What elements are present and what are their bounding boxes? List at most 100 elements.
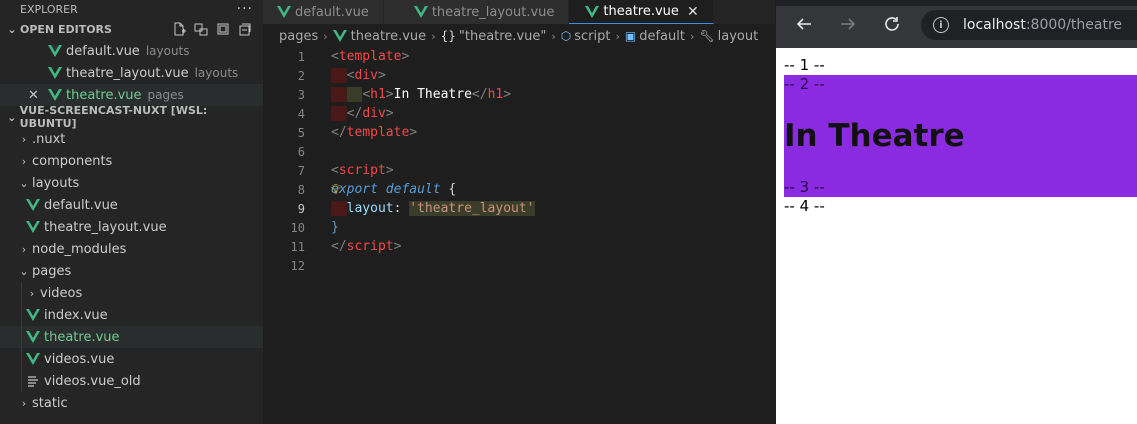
chevron-right-icon: ›: [21, 242, 27, 256]
more-actions-icon[interactable]: ···: [237, 1, 253, 17]
vue-file-icon: [26, 199, 40, 211]
tab-strip: [776, 0, 1137, 6]
line-text: export default {: [331, 182, 457, 197]
line-number: 4: [297, 106, 305, 121]
folder-name: node_modules: [32, 241, 127, 257]
chevron-down-icon: ⌄: [19, 176, 29, 190]
tree-folder[interactable]: › components: [0, 150, 263, 172]
chevron-down-icon: ⌄: [19, 264, 29, 278]
tree-file[interactable]: theatre_layout.vue: [0, 216, 263, 238]
address-bar[interactable]: i localhost:8000/theatre: [921, 10, 1137, 40]
braces-icon: {}: [440, 29, 456, 43]
indent-guide: [21, 370, 22, 392]
open-editor-item[interactable]: theatre_layout.vue layouts: [0, 62, 263, 84]
tree-file-active[interactable]: theatre.vue: [0, 326, 263, 348]
open-editors-label: OPEN EDITORS: [20, 22, 112, 36]
info-icon[interactable]: i: [933, 17, 949, 33]
code-area[interactable]: 1 <template> 2 <div> 3 <h1>In Theatre</h…: [263, 47, 775, 275]
file-folder-desc: layouts: [194, 66, 239, 80]
reload-button[interactable]: [880, 12, 904, 36]
lightbulb-icon[interactable]: 💡︎: [331, 182, 341, 198]
workspace-label: VUE-SCREENCAST-NUXT [WSL: UBUNTU]: [19, 104, 208, 130]
code-line: 4 </div>: [263, 104, 775, 123]
line-number: 5: [297, 125, 305, 140]
open-editors-section[interactable]: ⌄ OPEN EDITORS: [0, 18, 263, 40]
back-button[interactable]: [792, 12, 816, 36]
text-file-icon: [28, 376, 38, 387]
code-editor: default.vue theatre_layout.vue theatre.v…: [263, 0, 775, 424]
breadcrumb-item[interactable]: "theatre.vue": [459, 29, 546, 44]
folder-name: layouts: [32, 175, 80, 191]
indent-guide: [21, 282, 22, 304]
folder-name: static: [32, 395, 68, 411]
tab-theatre-layout-vue[interactable]: theatre_layout.vue: [383, 0, 570, 24]
line-number: 2: [297, 68, 305, 83]
line-number: 10: [290, 220, 305, 235]
new-file-icon[interactable]: [171, 21, 187, 37]
layout-block: -- 2 -- In Theatre -- 3 --: [784, 75, 1137, 197]
file-name: theatre_layout.vue: [66, 65, 189, 81]
file-folder-desc: pages: [147, 88, 184, 102]
chevron-right-icon: ›: [689, 29, 695, 43]
url-host: localhost: [963, 17, 1026, 33]
close-icon[interactable]: ✕: [687, 4, 699, 20]
reload-icon: [885, 17, 899, 31]
line-number: 12: [290, 258, 305, 273]
code-line: 10 }: [263, 218, 775, 237]
new-folder-icon[interactable]: [193, 21, 209, 37]
vue-file-icon: [26, 353, 40, 365]
tab-default-vue[interactable]: default.vue: [263, 0, 384, 24]
breadcrumb-item[interactable]: default: [639, 29, 685, 44]
vue-file-icon: [26, 331, 40, 343]
tree-folder[interactable]: ⌄ layouts: [0, 172, 263, 194]
line-text: <h1>In Theatre</h1>: [331, 87, 511, 102]
tree-folder[interactable]: › static: [0, 392, 263, 414]
breadcrumb-item[interactable]: script: [574, 29, 610, 44]
file-folder-desc: layouts: [145, 44, 190, 58]
open-editor-item-active[interactable]: ✕ theatre.vue pages: [0, 84, 263, 106]
tree-folder[interactable]: › .nuxt: [0, 128, 263, 150]
indent-guide: [21, 304, 22, 326]
tree-folder[interactable]: › videos: [0, 282, 263, 304]
file-name: theatre.vue: [44, 329, 120, 345]
browser-toolbar: i localhost:8000/theatre: [776, 0, 1137, 48]
code-line: 11 </script>: [263, 237, 775, 256]
line-text: </div>: [331, 106, 394, 121]
vue-file-icon: [585, 5, 600, 18]
close-editor-icon[interactable]: ✕: [28, 88, 39, 103]
collapse-all-icon[interactable]: [237, 21, 253, 37]
open-editors-actions: [171, 21, 253, 37]
file-name: videos.vue_old: [44, 373, 141, 389]
open-editor-item[interactable]: default.vue layouts: [0, 40, 263, 62]
line-text: </script>: [331, 239, 402, 254]
line-text: <template>: [331, 49, 410, 64]
forward-button[interactable]: [836, 12, 860, 36]
file-name: theatre.vue: [66, 87, 142, 103]
tree-folder[interactable]: ⌄ pages: [0, 260, 263, 282]
explorer-title: EXPLORER: [20, 2, 78, 16]
chevron-right-icon: ›: [21, 154, 27, 168]
workspace-section[interactable]: ⌄ VUE-SCREENCAST-NUXT [WSL: UBUNTU]: [0, 104, 263, 130]
line-number: 7: [297, 163, 305, 178]
indent-guide: [21, 326, 22, 348]
breadcrumb-item[interactable]: pages: [279, 29, 318, 44]
chevron-right-icon: ›: [29, 286, 35, 300]
vue-file-icon: [48, 45, 62, 57]
tree-file[interactable]: index.vue: [0, 304, 263, 326]
chevron-right-icon: ›: [431, 29, 436, 43]
vue-file-icon: [48, 67, 62, 79]
tab-theatre-vue[interactable]: theatre.vue ✕: [569, 0, 714, 24]
tree-file[interactable]: default.vue: [0, 194, 263, 216]
breadcrumb-item[interactable]: layout: [718, 29, 759, 44]
chevron-down-icon[interactable]: ⌄: [4, 23, 20, 36]
chevron-down-icon[interactable]: ⌄: [4, 111, 20, 124]
folder-name: components: [32, 153, 113, 169]
breadcrumb-item[interactable]: theatre.vue: [351, 29, 427, 44]
save-all-icon[interactable]: [215, 21, 231, 37]
chevron-right-icon: ›: [615, 29, 620, 43]
tree-file[interactable]: videos.vue: [0, 348, 263, 370]
tree-file[interactable]: videos.vue_old: [0, 370, 263, 392]
line-number: 11: [290, 239, 305, 254]
chevron-right-icon: ›: [21, 132, 27, 146]
tree-folder[interactable]: › node_modules: [0, 238, 263, 260]
